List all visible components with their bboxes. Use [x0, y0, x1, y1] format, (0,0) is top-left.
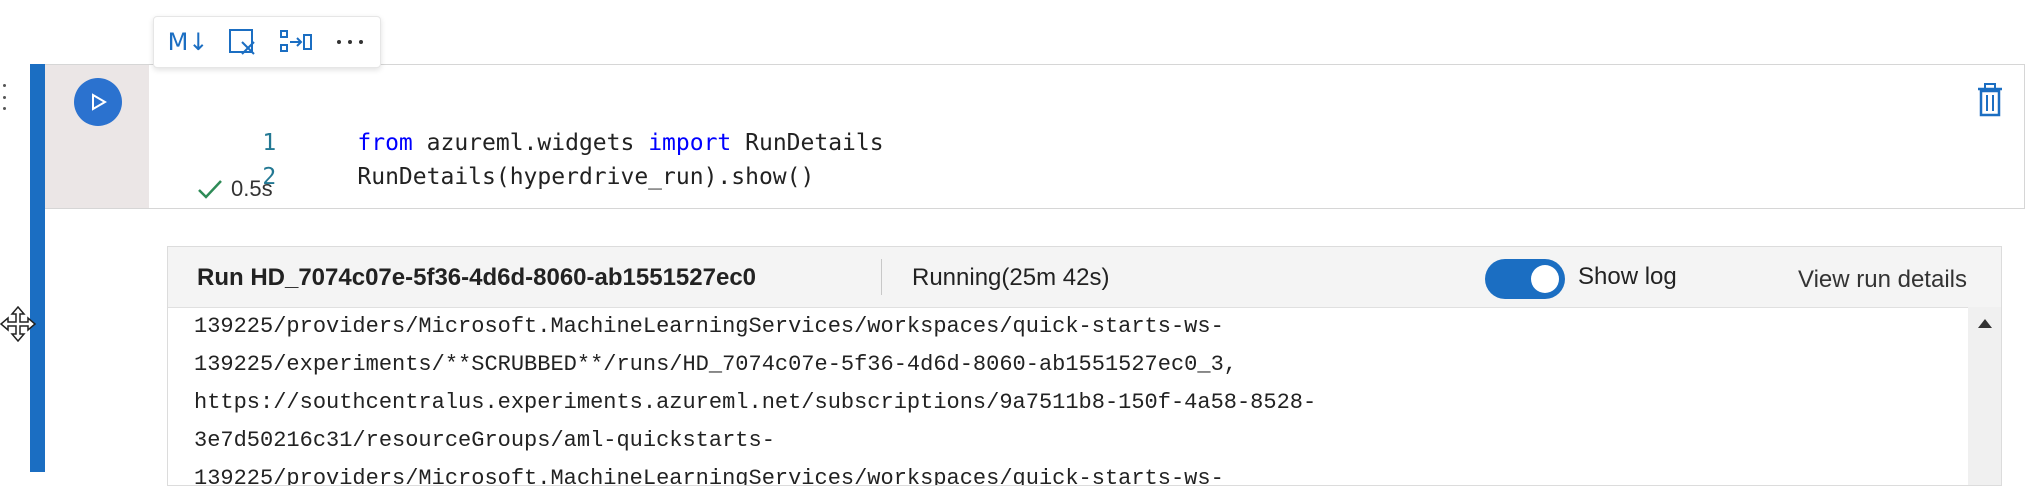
code-cell[interactable]: 1 from azureml.widgets import RunDetails … — [45, 64, 2025, 209]
drag-dot — [2, 95, 6, 99]
cell-drag-handle[interactable] — [0, 84, 8, 110]
code-line[interactable]: 2 RunDetails(hyperdrive_run).show() — [207, 129, 814, 190]
log-line: 139225/providers/Microsoft.MachineLearni… — [194, 466, 1224, 486]
execution-time: 0.5s — [231, 176, 273, 201]
play-icon — [92, 93, 107, 111]
trash-icon — [1978, 83, 2002, 117]
execution-status: 0.5s — [197, 174, 273, 204]
run-details-widget: Run HD_7074c07e-5f36-4d6d-8060-ab1551527… — [167, 246, 2002, 486]
show-log-label: Show log — [1578, 263, 1677, 290]
cell-toolbar: M↓ — [153, 16, 381, 68]
delete-cell-button[interactable] — [1975, 83, 2005, 117]
move-cursor-icon — [0, 305, 37, 343]
checkmark-icon — [198, 180, 222, 199]
log-output[interactable]: 139225/providers/Microsoft.MachineLearni… — [168, 307, 1968, 486]
drag-dot — [2, 84, 6, 87]
header-divider — [881, 259, 882, 295]
markdown-icon[interactable]: M↓ — [167, 22, 209, 62]
scroll-up-arrow-icon[interactable] — [1978, 319, 1992, 328]
log-line: 139225/providers/Microsoft.MachineLearni… — [194, 314, 1224, 339]
view-run-details-link[interactable]: View run details — [1798, 266, 1967, 294]
code-text: RunDetails(hyperdrive_run).show() — [357, 164, 815, 190]
more-icon[interactable] — [330, 22, 370, 62]
split-cell-icon[interactable] — [276, 22, 316, 62]
log-line: 3e7d50216c31/resourceGroups/aml-quicksta… — [194, 428, 775, 453]
cell-gutter — [45, 65, 149, 208]
log-line: https://southcentralus.experiments.azure… — [194, 390, 1317, 415]
widget-header: Run HD_7074c07e-5f36-4d6d-8060-ab1551527… — [168, 247, 2001, 307]
clear-output-icon[interactable] — [222, 22, 262, 62]
run-title: Run HD_7074c07e-5f36-4d6d-8060-ab1551527… — [197, 264, 757, 291]
log-line: 139225/experiments/**SCRUBBED**/runs/HD_… — [194, 352, 1237, 377]
show-log-toggle[interactable] — [1485, 259, 1565, 299]
code-line[interactable]: 1 from azureml.widgets import RunDetails — [207, 95, 883, 156]
markdown-label: M↓ — [167, 28, 209, 56]
log-scrollbar[interactable] — [1968, 307, 2001, 485]
drag-dot — [2, 107, 6, 110]
run-cell-button[interactable] — [74, 78, 122, 126]
cell-focus-bar — [30, 64, 45, 472]
cell-output: Run HD_7074c07e-5f36-4d6d-8060-ab1551527… — [45, 209, 2025, 486]
run-status: Running(25m 42s) — [912, 264, 1110, 291]
